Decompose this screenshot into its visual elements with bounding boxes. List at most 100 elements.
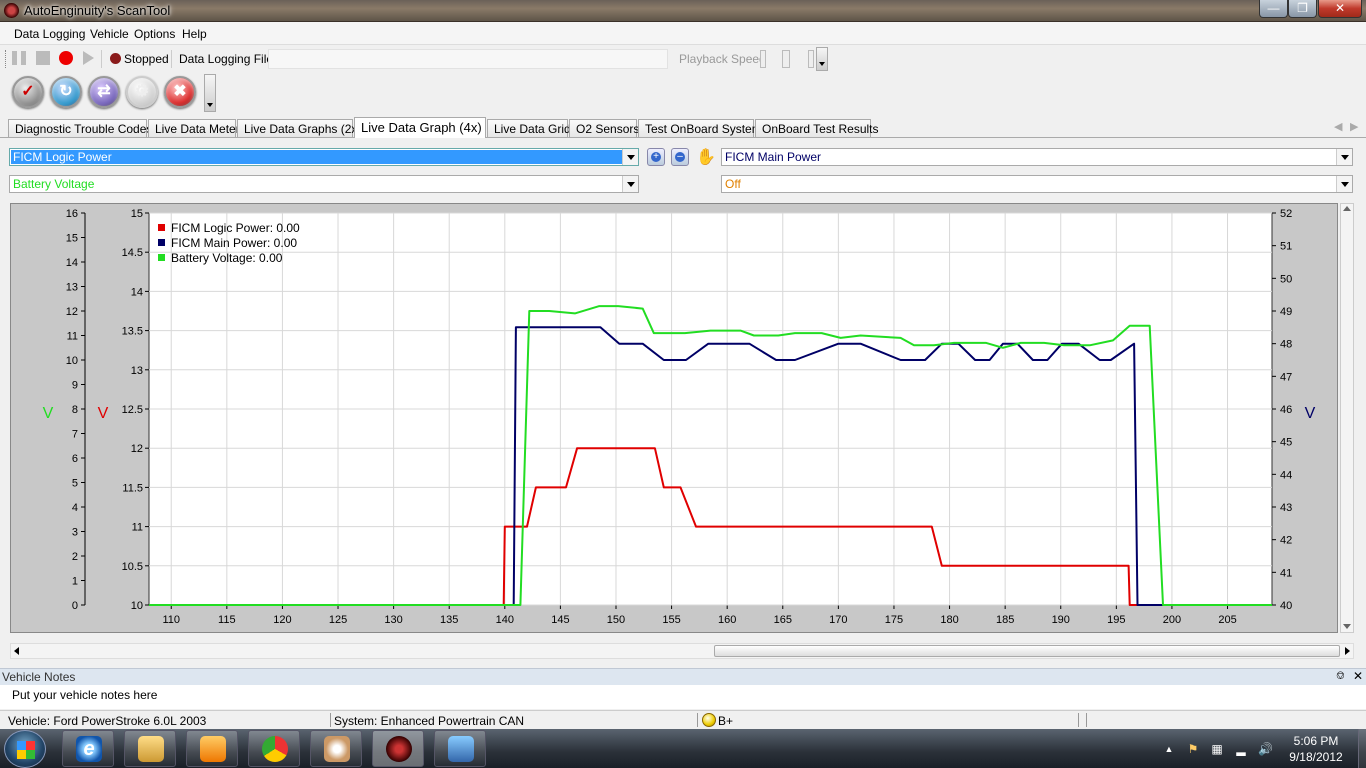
x-tick-label: 120	[273, 614, 291, 626]
legend-swatch	[158, 254, 165, 261]
y-axis-navy-unit: V	[1305, 405, 1316, 422]
y-tick-label-red: 12	[131, 443, 143, 455]
y-tick-label-green: 6	[72, 453, 78, 465]
status-bar: Vehicle: Ford PowerStroke 6.0L 2003 Syst…	[0, 710, 1366, 729]
y-tick-label-red: 13.5	[122, 326, 143, 338]
close-notes-icon[interactable]: ✕	[1353, 669, 1363, 683]
y-tick-label-red: 12.5	[122, 404, 143, 416]
pin-icon[interactable]: ⎊	[1336, 670, 1345, 683]
taskbar-scantool[interactable]	[372, 730, 424, 767]
y-tick-label-green: 14	[66, 257, 78, 269]
y-tick-label-navy: 45	[1280, 437, 1292, 449]
x-tick-label: 165	[774, 614, 792, 626]
x-tick-label: 160	[718, 614, 736, 626]
network-signal-icon[interactable]: ▂	[1234, 742, 1248, 756]
vehicle-notes-panel: Put your vehicle notes here	[0, 685, 1366, 709]
graph-vertical-scrollbar[interactable]	[1340, 203, 1354, 633]
y-tick-label-green: 12	[66, 306, 78, 318]
status-vehicle: Vehicle: Ford PowerStroke 6.0L 2003	[8, 714, 207, 728]
scroll-up-icon[interactable]	[1343, 206, 1351, 211]
y-tick-label-navy: 52	[1280, 208, 1292, 220]
device-icon[interactable]: ▦	[1210, 742, 1224, 756]
y-tick-label-green: 8	[72, 404, 78, 416]
show-desktop-button[interactable]	[1358, 729, 1366, 768]
y-tick-label-green: 3	[72, 527, 78, 539]
y-tick-label-navy: 43	[1280, 502, 1292, 514]
y-tick-label-red: 10.5	[122, 561, 143, 573]
y-tick-label-navy: 48	[1280, 339, 1292, 351]
scantool-icon	[386, 736, 412, 762]
x-tick-label: 125	[329, 614, 347, 626]
x-tick-label: 190	[1052, 614, 1070, 626]
y-tick-label-green: 10	[66, 355, 78, 367]
taskbar-internet-explorer[interactable]: e	[62, 730, 114, 767]
show-hidden-icons-icon[interactable]: ▲	[1162, 742, 1176, 756]
photo-viewer-icon	[448, 736, 474, 762]
status-divider	[330, 713, 331, 727]
x-tick-label: 175	[885, 614, 903, 626]
taskbar-file-explorer[interactable]	[124, 730, 176, 767]
y-tick-label-green: 9	[72, 380, 78, 392]
taskbar-media-player[interactable]	[186, 730, 238, 767]
y-axis-red-unit: V	[98, 405, 109, 422]
scroll-right-icon[interactable]	[1345, 647, 1350, 655]
y-tick-label-navy: 42	[1280, 535, 1292, 547]
y-tick-label-red: 10	[131, 600, 143, 612]
taskbar-photo-viewer[interactable]	[434, 730, 486, 767]
action-center-icon[interactable]: ⚑	[1186, 742, 1200, 756]
scroll-down-icon[interactable]	[1343, 624, 1351, 629]
y-tick-label-green: 2	[72, 551, 78, 563]
volume-icon[interactable]: 🔊	[1258, 742, 1273, 756]
x-tick-label: 145	[551, 614, 569, 626]
x-tick-label: 195	[1107, 614, 1125, 626]
y-tick-label-green: 13	[66, 282, 78, 294]
y-tick-label-navy: 46	[1280, 404, 1292, 416]
y-axis-green-unit: V	[43, 405, 54, 422]
taskbar-paint[interactable]	[310, 730, 362, 767]
scroll-left-icon[interactable]	[14, 647, 19, 655]
horizontal-scroll-thumb[interactable]	[714, 645, 1340, 657]
legend-swatch	[158, 239, 165, 246]
x-tick-label: 185	[996, 614, 1014, 626]
y-tick-label-navy: 51	[1280, 241, 1292, 253]
status-grade: B+	[718, 714, 734, 728]
x-tick-label: 200	[1163, 614, 1181, 626]
y-tick-label-green: 15	[66, 233, 78, 245]
clock-time: 5:06 PM	[1293, 734, 1339, 748]
legend-entry: FICM Main Power: 0.00	[171, 236, 297, 250]
y-tick-label-green: 5	[72, 478, 78, 490]
y-tick-label-navy: 47	[1280, 371, 1292, 383]
status-divider	[1078, 713, 1079, 727]
y-tick-label-red: 14	[131, 286, 143, 298]
x-tick-label: 115	[218, 614, 236, 626]
clock-date: 9/18/2012	[1289, 750, 1343, 764]
x-tick-label: 110	[162, 614, 180, 626]
y-tick-label-navy: 49	[1280, 306, 1292, 318]
status-divider	[697, 713, 698, 727]
start-button[interactable]	[4, 730, 46, 768]
folder-icon	[138, 736, 164, 762]
internet-explorer-icon: e	[76, 736, 102, 762]
y-tick-label-navy: 40	[1280, 600, 1292, 612]
y-tick-label-red: 11	[132, 522, 143, 534]
taskbar-clock[interactable]: 5:06 PM 9/18/2012	[1276, 733, 1356, 765]
vehicle-notes-input[interactable]: Put your vehicle notes here	[12, 688, 157, 702]
y-tick-label-red: 13	[131, 365, 143, 377]
legend-entry: FICM Logic Power: 0.00	[171, 221, 300, 235]
y-tick-label-red: 15	[131, 208, 143, 220]
x-tick-label: 150	[607, 614, 625, 626]
y-tick-label-navy: 41	[1280, 567, 1292, 579]
x-tick-label: 155	[662, 614, 680, 626]
legend-entry: Battery Voltage: 0.00	[171, 251, 283, 265]
taskbar-chrome[interactable]	[248, 730, 300, 767]
y-tick-label-green: 7	[72, 429, 78, 441]
y-tick-label-green: 1	[72, 576, 78, 588]
x-tick-label: 205	[1218, 614, 1236, 626]
y-tick-label-navy: 50	[1280, 273, 1292, 285]
y-tick-label-red: 11.5	[122, 482, 143, 494]
y-tick-label-red: 14.5	[122, 247, 143, 259]
x-tick-label: 170	[829, 614, 847, 626]
x-tick-label: 130	[384, 614, 402, 626]
chrome-icon	[262, 736, 288, 762]
vehicle-notes-header: Vehicle Notes ⎊ ✕	[0, 668, 1366, 685]
